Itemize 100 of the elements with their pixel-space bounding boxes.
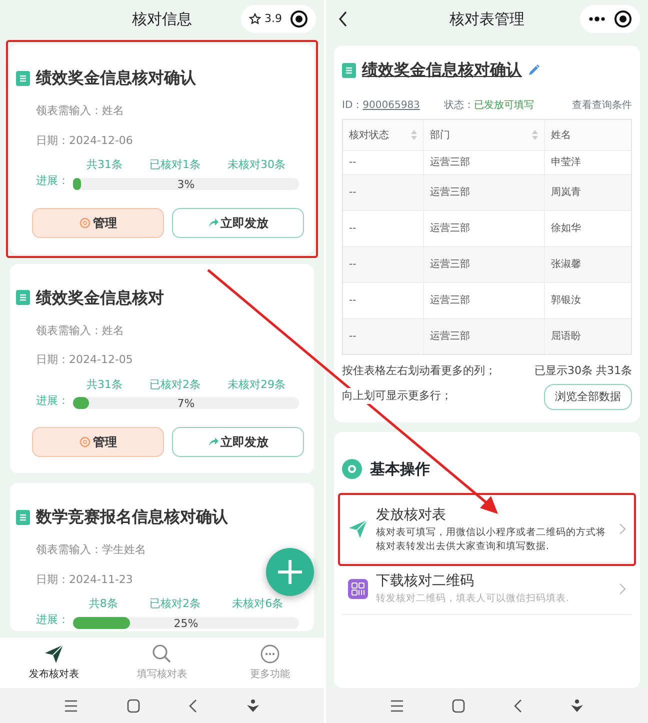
- send-icon: [44, 644, 64, 664]
- back-icon[interactable]: [514, 698, 522, 712]
- status-label: 状态：: [444, 98, 474, 113]
- sheet-title[interactable]: 绩效奖金信息核对确认: [362, 58, 522, 82]
- home-icon[interactable]: [452, 698, 466, 712]
- table-cell-text: 运营三部: [430, 258, 470, 272]
- table-cell-text: 郭银汝: [551, 294, 581, 308]
- checked-count: 已核对1条: [150, 157, 200, 173]
- action-title: 发放核对表: [376, 506, 447, 524]
- page-title: 核对表管理: [450, 8, 524, 30]
- page-title: 核对信息: [132, 8, 192, 30]
- date-text: 日期：2024-12-05: [36, 352, 133, 368]
- input-requirement: 领表需输入：学生姓名: [36, 542, 146, 558]
- unchecked-count: 未核对30条: [228, 157, 286, 173]
- search-icon: [152, 644, 172, 664]
- checked-count: 已核对2条: [149, 596, 200, 612]
- action-description: 核对表可填写，用微信以小程序或者二维码的方式将核对表转发出去供大家查询和填写数据.: [376, 526, 607, 554]
- card-title: 绩效奖金信息核对确认: [36, 67, 196, 89]
- table-cell-text: 张淑馨: [551, 258, 581, 272]
- qr-code-icon: [348, 578, 368, 599]
- query-conditions-link[interactable]: 查看查询条件: [572, 98, 632, 113]
- tab-label: 填写核对表: [137, 668, 187, 682]
- total-count: 共31条: [86, 376, 122, 392]
- document-icon: [16, 290, 30, 305]
- table-cell-text: 运营三部: [430, 186, 470, 200]
- share-icon: [208, 437, 218, 447]
- progress-label: 进展：: [36, 612, 69, 628]
- action-item[interactable]: 发放核对表 核对表可填写，用微信以小程序或者二维码的方式将核对表转发出去供大家查询和填写数据.: [342, 496, 632, 563]
- input-requirement: 领表需输入：姓名: [36, 322, 124, 338]
- menu-icon[interactable]: [390, 700, 404, 712]
- id-label: ID：: [342, 99, 363, 113]
- document-icon: [342, 62, 356, 78]
- action-item[interactable]: 下载核对二维码 转发核对二维码，填表人可以微信扫码填表.: [342, 563, 632, 616]
- progress-percent: 3%: [176, 176, 196, 192]
- target-icon[interactable]: [614, 10, 632, 28]
- tab-label: 更多功能: [250, 668, 290, 682]
- publish-button[interactable]: 立即发放: [172, 427, 304, 457]
- record-count: 已显示30条 共31条: [534, 363, 632, 379]
- action-description: 转发核对二维码，填表人可以微信扫码填表.: [376, 592, 570, 606]
- back-icon[interactable]: [338, 11, 348, 27]
- chevron-icon: [619, 523, 626, 536]
- document-icon: [16, 510, 30, 524]
- total-count: 共31条: [86, 157, 122, 173]
- home-icon[interactable]: [127, 698, 140, 712]
- status-value: 已发放可填写: [474, 98, 534, 113]
- checked-count: 已核对2条: [150, 376, 200, 392]
- accessibility-icon[interactable]: [570, 698, 584, 712]
- table-cell-text: --: [349, 156, 356, 170]
- send-icon: [348, 519, 368, 540]
- tab-label: 发布核对表: [29, 668, 79, 682]
- document-icon: [16, 70, 30, 86]
- unchecked-count: 未核对29条: [228, 376, 286, 392]
- back-icon[interactable]: [188, 698, 197, 712]
- column-header[interactable]: 部门: [430, 128, 450, 142]
- date-text: 日期：2024-12-06: [36, 132, 133, 148]
- card-title: 数学竞赛报名信息核对确认: [36, 506, 228, 528]
- publish-button[interactable]: 立即发放: [172, 208, 304, 238]
- table-cell-text: 徐如华: [551, 222, 581, 236]
- more-icon[interactable]: [588, 16, 606, 22]
- tab-item[interactable]: 发布核对表: [0, 638, 108, 688]
- progress-percent: 25%: [172, 616, 200, 632]
- target-icon[interactable]: [290, 10, 308, 28]
- manage-button[interactable]: 管理: [32, 427, 164, 457]
- card-title: 绩效奖金信息核对: [36, 286, 164, 308]
- table-cell-text: --: [349, 294, 356, 308]
- column-header: 姓名: [551, 128, 571, 142]
- manage-button[interactable]: 管理: [32, 208, 164, 238]
- section-title: 基本操作: [370, 459, 430, 480]
- action-title: 下载核对二维码: [376, 572, 475, 591]
- chevron-icon: [619, 582, 626, 595]
- plus-icon: [277, 559, 303, 585]
- progress-label: 进展：: [36, 392, 69, 408]
- menu-icon[interactable]: [64, 700, 78, 712]
- table-cell-text: --: [349, 222, 356, 236]
- table-cell-text: --: [349, 330, 356, 344]
- table-cell-text: 运营三部: [430, 294, 470, 308]
- input-requirement: 领表需输入：姓名: [36, 103, 124, 119]
- star-icon: [248, 13, 260, 25]
- browse-all-button[interactable]: 浏览全部数据: [544, 384, 632, 410]
- pencil-icon[interactable]: [528, 64, 540, 76]
- table-cell-text: 运营三部: [430, 330, 470, 344]
- table-cell-text: 运营三部: [430, 156, 470, 170]
- share-icon: [208, 218, 218, 228]
- table-cell-text: --: [349, 186, 356, 200]
- progress-percent: 7%: [176, 396, 196, 412]
- record-card[interactable]: 数学竞赛报名信息核对确认 领表需输入：学生姓名 日期：2024-11-23 进展： 共8条 已核对2条 未核对6条 25%: [10, 483, 314, 630]
- total-count: 共8条: [88, 596, 118, 612]
- more-icon: [260, 644, 280, 664]
- id-value: 900065983: [362, 99, 420, 113]
- table-cell-text: 屈语盼: [551, 330, 581, 344]
- record-card[interactable]: 绩效奖金信息核对 领表需输入：姓名 日期：2024-12-05 进展： 共31条 已核对2条 未核对29条 7% 管理 立即发放: [10, 264, 314, 473]
- table-cell-text: 申莹洋: [551, 156, 581, 170]
- table-cell-text: --: [349, 258, 356, 272]
- date-text: 日期：2024-11-23: [36, 572, 133, 588]
- table-cell-text: 运营三部: [430, 222, 470, 236]
- accessibility-icon[interactable]: [246, 698, 260, 712]
- table-cell-text: 周岚青: [551, 186, 581, 200]
- unchecked-count: 未核对6条: [232, 596, 284, 612]
- column-header[interactable]: 核对状态: [349, 128, 389, 142]
- progress-label: 进展：: [36, 173, 69, 189]
